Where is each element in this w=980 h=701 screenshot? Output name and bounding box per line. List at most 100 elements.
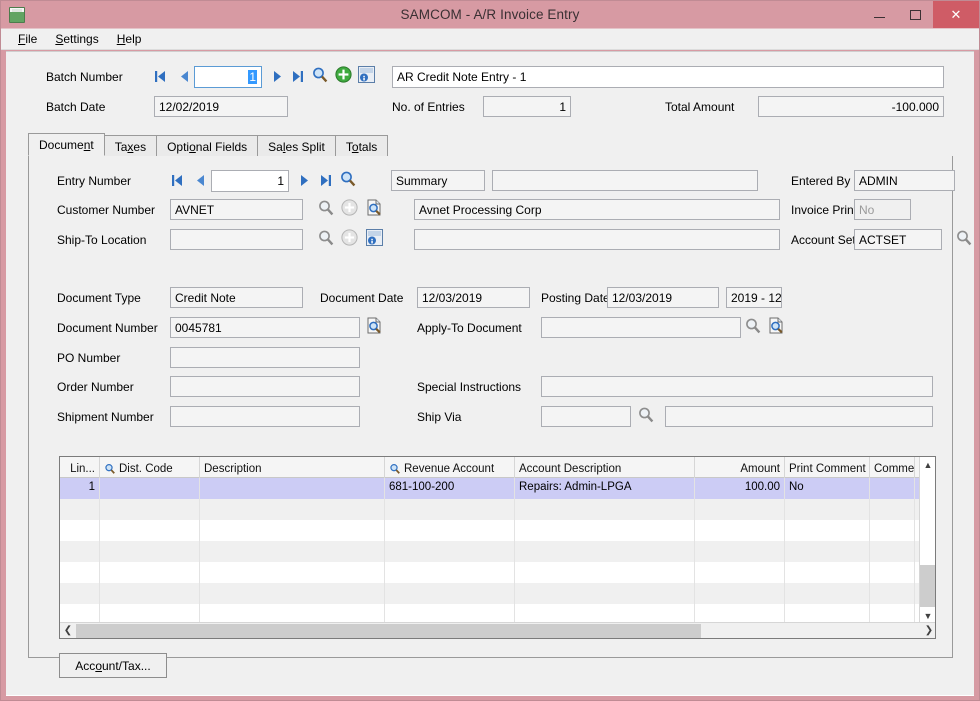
document-number-input[interactable]: 0045781 (170, 317, 360, 338)
column-finder-icon[interactable] (389, 463, 401, 475)
order-number-input[interactable] (170, 376, 360, 397)
grid-cell-revacct[interactable] (385, 520, 515, 541)
first-entry-button[interactable] (169, 172, 185, 188)
batch-description-input[interactable]: AR Credit Note Entry - 1 (392, 66, 944, 88)
grid-cell-revacct[interactable] (385, 583, 515, 604)
scroll-right-icon[interactable]: ❯ (921, 623, 935, 639)
grid-cell-amount[interactable] (695, 499, 785, 520)
grid-cell-comment[interactable] (870, 562, 915, 583)
document-type-field[interactable]: Credit Note (170, 287, 303, 308)
grid-cell-line[interactable] (60, 520, 100, 541)
entry-finder-icon[interactable] (339, 170, 357, 188)
table-row[interactable] (60, 583, 935, 604)
batch-info-icon[interactable] (358, 66, 375, 83)
vertical-scroll-thumb[interactable] (920, 565, 935, 607)
document-date-input[interactable]: 12/03/2019 (417, 287, 530, 308)
minimize-button[interactable] (861, 1, 897, 28)
last-entry-button[interactable] (318, 172, 334, 188)
customer-finder-icon[interactable] (317, 199, 335, 217)
special-instructions-input[interactable] (541, 376, 933, 397)
grid-cell-acctdesc[interactable] (515, 562, 695, 583)
grid-column-header-comment[interactable]: Commen (870, 457, 915, 478)
grid-cell-desc[interactable] (200, 583, 385, 604)
grid-column-header-acctdesc[interactable]: Account Description (515, 457, 695, 478)
entry-description-field[interactable] (492, 170, 758, 191)
tab-optional-fields[interactable]: Optional Fields (156, 135, 259, 156)
grid-cell-dist[interactable] (100, 583, 200, 604)
previous-entry-button[interactable] (192, 172, 208, 188)
account-set-finder-icon[interactable] (955, 229, 973, 247)
ship-to-name-field[interactable] (414, 229, 780, 250)
grid-cell-comment[interactable] (870, 520, 915, 541)
apply-to-document-input[interactable] (541, 317, 741, 338)
ship-to-location-input[interactable] (170, 229, 303, 250)
ship-via-name-field[interactable] (665, 406, 933, 427)
grid-cell-acctdesc[interactable]: Repairs: Admin-LPGA (515, 478, 695, 499)
tab-sales-split[interactable]: Sales Split (257, 135, 336, 156)
customer-drilldown-icon[interactable] (366, 199, 383, 216)
grid-cell-comment[interactable] (870, 541, 915, 562)
menu-item-help[interactable]: Help (108, 30, 151, 48)
grid-cell-line[interactable] (60, 499, 100, 520)
grid-cell-dist[interactable] (100, 520, 200, 541)
grid-cell-acctdesc[interactable] (515, 520, 695, 541)
grid-cell-printcomment[interactable]: No (785, 478, 870, 499)
document-number-drilldown-icon[interactable] (366, 317, 383, 334)
grid-cell-amount[interactable] (695, 562, 785, 583)
tab-totals[interactable]: Totals (334, 135, 389, 156)
grid-horizontal-scrollbar[interactable]: ❮ ❯ (60, 622, 935, 639)
grid-cell-amount[interactable] (695, 583, 785, 604)
grid-cell-printcomment[interactable] (785, 562, 870, 583)
table-row[interactable] (60, 520, 935, 541)
grid-cell-desc[interactable] (200, 541, 385, 562)
ship-to-info-icon[interactable] (366, 229, 383, 246)
table-row[interactable]: 1 681-100-200 Repairs: Admin-LPGA 100.00 No (60, 478, 935, 499)
batch-finder-icon[interactable] (311, 66, 329, 84)
next-entry-button[interactable] (296, 172, 312, 188)
grid-cell-dist[interactable] (100, 499, 200, 520)
close-button[interactable]: ✕ (933, 1, 979, 28)
grid-cell-revacct[interactable]: 681-100-200 (385, 478, 515, 499)
ship-via-finder-icon[interactable] (637, 406, 655, 424)
new-batch-button[interactable] (335, 66, 352, 83)
grid-cell-revacct[interactable] (385, 541, 515, 562)
grid-cell-printcomment[interactable] (785, 583, 870, 604)
previous-batch-button[interactable] (176, 68, 192, 84)
shipment-number-input[interactable] (170, 406, 360, 427)
account-tax-button[interactable]: Account/Tax... (59, 653, 167, 678)
grid-cell-desc[interactable] (200, 520, 385, 541)
grid-column-header-amount[interactable]: Amount (695, 457, 785, 478)
grid-cell-line[interactable]: 1 (60, 478, 100, 499)
po-number-input[interactable] (170, 347, 360, 368)
grid-cell-amount[interactable]: 100.00 (695, 478, 785, 499)
last-batch-button[interactable] (290, 68, 306, 84)
grid-vertical-scrollbar[interactable]: ▲ ▼ (919, 457, 935, 624)
grid-cell-acctdesc[interactable] (515, 583, 695, 604)
grid-cell-amount[interactable] (695, 520, 785, 541)
grid-cell-dist[interactable] (100, 541, 200, 562)
grid-cell-acctdesc[interactable] (515, 499, 695, 520)
apply-to-finder-icon[interactable] (744, 317, 762, 335)
grid-cell-printcomment[interactable] (785, 499, 870, 520)
horizontal-scroll-thumb[interactable] (76, 624, 701, 638)
grid-column-header-printcomment[interactable]: Print Comment (785, 457, 870, 478)
grid-cell-desc[interactable] (200, 478, 385, 499)
grid-cell-revacct[interactable] (385, 562, 515, 583)
grid-cell-line[interactable] (60, 541, 100, 562)
menu-item-file[interactable]: File (9, 30, 46, 48)
scroll-left-icon[interactable]: ❮ (60, 623, 76, 639)
maximize-button[interactable] (897, 1, 933, 28)
grid-cell-comment[interactable] (870, 478, 915, 499)
ship-via-code-input[interactable] (541, 406, 631, 427)
next-batch-button[interactable] (269, 68, 285, 84)
first-batch-button[interactable] (152, 68, 168, 84)
grid-cell-comment[interactable] (870, 499, 915, 520)
grid-cell-line[interactable] (60, 583, 100, 604)
entry-number-input[interactable]: 1 (211, 170, 289, 192)
grid-column-header-line[interactable]: Lin... (60, 457, 100, 478)
grid-cell-printcomment[interactable] (785, 520, 870, 541)
grid-column-header-desc[interactable]: Description (200, 457, 385, 478)
grid-column-header-dist[interactable]: Dist. Code (100, 457, 200, 478)
customer-name-field[interactable]: Avnet Processing Corp (414, 199, 780, 220)
table-row[interactable] (60, 541, 935, 562)
